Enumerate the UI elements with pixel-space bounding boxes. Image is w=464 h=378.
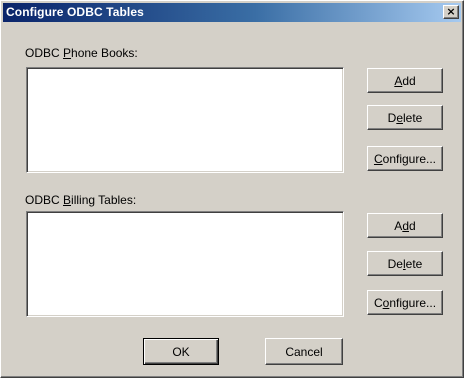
delete-label-pre: D (387, 110, 397, 125)
phone-books-delete-button[interactable]: De lete (367, 105, 443, 130)
configure-label-post: nfigure... (389, 295, 437, 310)
cancel-button[interactable]: Cancel (265, 338, 343, 365)
add-label-accel: d (402, 218, 409, 233)
configure-label-pre: C (373, 295, 383, 310)
configure-odbc-tables-dialog: Configure ODBC Tables × ODBC Phone Books… (0, 0, 464, 378)
phone-books-label: ODBC Phone Books: (25, 46, 138, 60)
phone-books-add-button[interactable]: Add (367, 68, 443, 93)
phone-books-configure-button[interactable]: Configure... (367, 146, 443, 171)
delete-label-post: lete (403, 110, 423, 125)
configure-label-accel: o (382, 295, 390, 310)
add-label-accel: A (394, 73, 403, 88)
billing-tables-list[interactable] (26, 211, 344, 317)
billing-tables-delete-button[interactable]: De l ete (367, 251, 443, 276)
configure-label-post: onfigure... (382, 151, 437, 166)
phone-books-list[interactable] (26, 67, 344, 173)
window-title: Configure ODBC Tables (6, 5, 144, 19)
delete-label-post: ete (405, 256, 423, 271)
billing-tables-label-pre: ODBC (25, 193, 64, 207)
ok-button[interactable]: OK (143, 338, 219, 365)
close-icon[interactable]: × (443, 5, 459, 19)
configure-label-accel: C (373, 151, 383, 166)
phone-books-label-pre: ODBC (25, 46, 64, 60)
add-label-post: dd (402, 73, 416, 88)
add-label-post: d (409, 218, 416, 233)
phone-books-label-accel: P (63, 46, 72, 60)
title-bar[interactable]: Configure ODBC Tables × (3, 3, 461, 22)
billing-tables-label: ODBC Billing Tables: (25, 193, 136, 207)
delete-label-accel: e (396, 110, 403, 125)
billing-tables-add-button[interactable]: Add (367, 213, 443, 238)
phone-books-label-post: hone Books: (71, 46, 138, 60)
delete-label-pre: De (387, 256, 403, 271)
add-label-pre: A (394, 218, 403, 233)
billing-tables-label-accel: B (63, 193, 72, 207)
billing-tables-configure-button[interactable]: Co nfigure... (367, 290, 443, 315)
billing-tables-label-post: illing Tables: (71, 193, 137, 207)
